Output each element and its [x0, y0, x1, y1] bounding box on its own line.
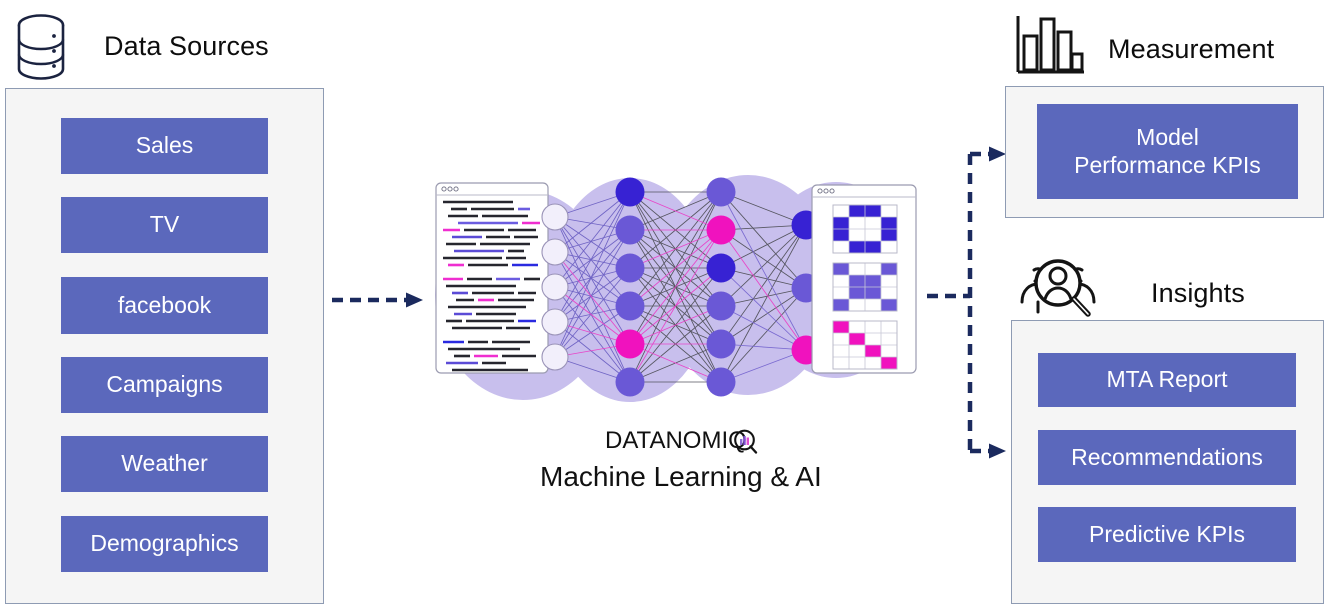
matrix-1: [832, 204, 898, 254]
data-source-item-campaigns[interactable]: Campaigns: [61, 357, 268, 413]
data-source-item-tv[interactable]: TV: [61, 197, 268, 253]
brand-subtitle: Machine Learning & AI: [540, 461, 822, 492]
matrix-2: [832, 262, 898, 312]
code-window: [435, 182, 549, 374]
measurement-item-line2: Performance KPIs: [1074, 151, 1261, 178]
ml-engine-illustration: [418, 160, 928, 420]
people-search-icon: [1014, 254, 1106, 320]
data-sources-title: Data Sources: [104, 31, 269, 61]
insights-item-predictive-kpis[interactable]: Predictive KPIs: [1038, 507, 1296, 562]
diagram-canvas: Data Sources Sales TV facebook Campaigns…: [0, 0, 1331, 606]
brand-name: DATANOMIQ: [605, 427, 747, 454]
data-source-item-sales[interactable]: Sales: [61, 118, 268, 174]
data-source-item-demographics[interactable]: Demographics: [61, 516, 268, 572]
insights-item-recommendations[interactable]: Recommendations: [1038, 430, 1296, 485]
brand-q-logo-icon: [731, 427, 761, 457]
bar-chart-icon: [1014, 10, 1086, 78]
arrow-sources-to-engine: [330, 285, 430, 315]
database-icon: [12, 11, 70, 83]
insights-item-mta-report[interactable]: MTA Report: [1038, 353, 1296, 407]
matrix-3: [832, 320, 898, 370]
data-source-item-weather[interactable]: Weather: [61, 436, 268, 492]
measurement-item-model-performance-kpis[interactable]: Model Performance KPIs: [1037, 104, 1298, 199]
measurement-item-line1: Model: [1136, 124, 1199, 151]
matrix-window: [811, 184, 917, 374]
data-source-item-facebook[interactable]: facebook: [61, 277, 268, 334]
measurement-title: Measurement: [1108, 34, 1275, 64]
insights-title: Insights: [1151, 278, 1245, 308]
